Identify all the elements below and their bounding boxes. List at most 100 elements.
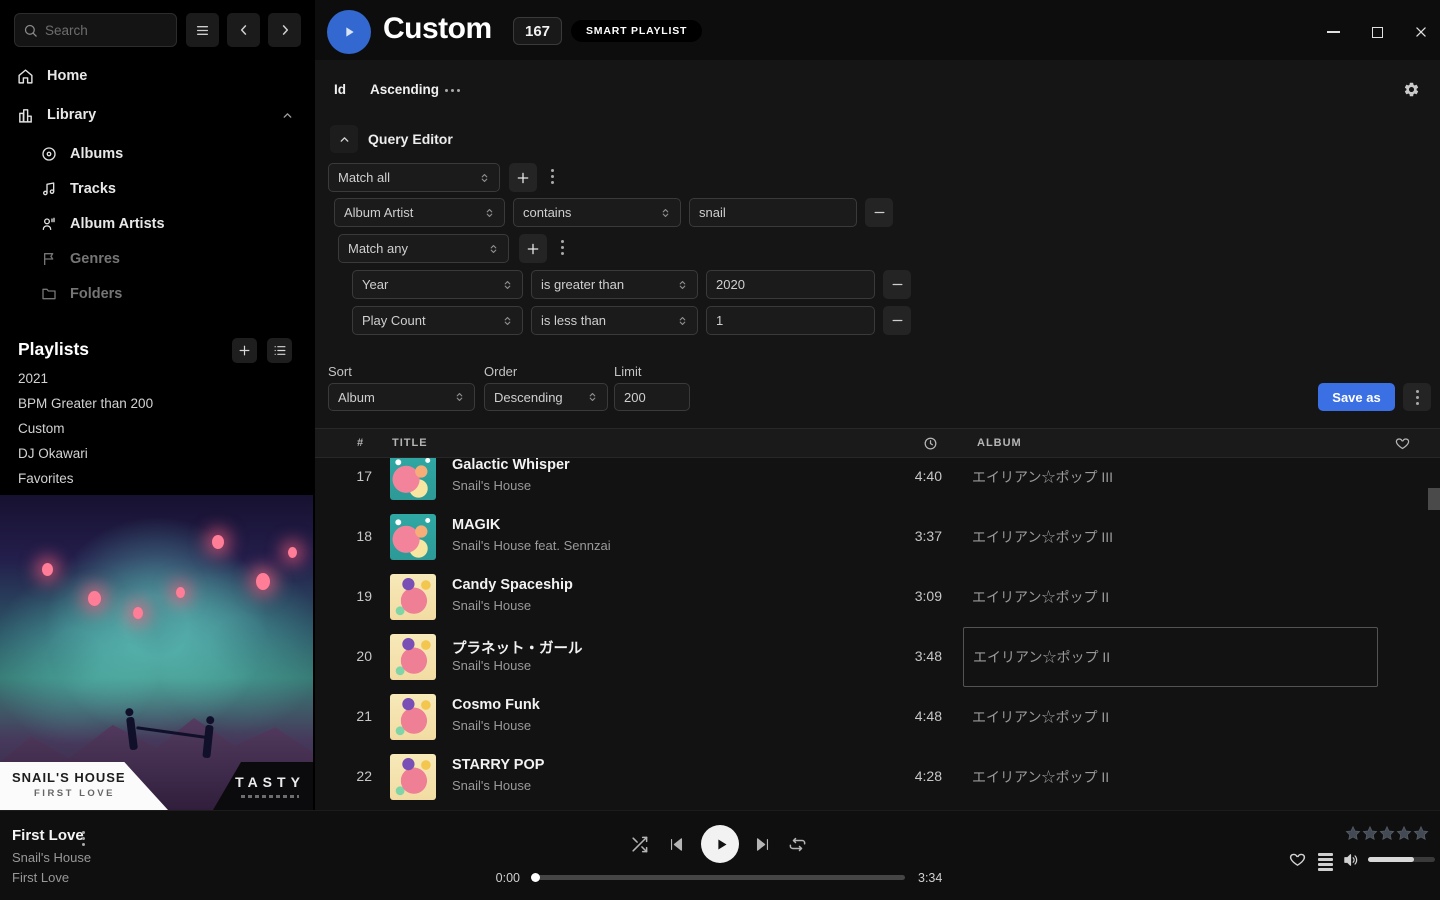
- playlist-item[interactable]: BPM Greater than 200: [18, 396, 153, 416]
- window-minimize-button[interactable]: [1323, 22, 1343, 42]
- star-icon[interactable]: [1345, 825, 1361, 841]
- table-row[interactable]: 19 Candy Spaceship Snail's House 3:09 エイ…: [315, 567, 1440, 627]
- search-input[interactable]: [14, 13, 177, 47]
- track-album[interactable]: エイリアン☆ポップ II: [972, 707, 1109, 727]
- window-maximize-button[interactable]: [1367, 22, 1387, 42]
- sidebar-item-album-artists[interactable]: Album Artists: [0, 210, 315, 238]
- track-artist[interactable]: Snail's House: [452, 778, 531, 793]
- table-row[interactable]: 21 Cosmo Funk Snail's House 4:48 エイリアン☆ポ…: [315, 687, 1440, 747]
- duration-column-header[interactable]: [923, 436, 938, 454]
- playlist-item[interactable]: Favorites: [18, 471, 74, 491]
- play-pause-button[interactable]: [701, 825, 739, 863]
- add-rule-button[interactable]: [509, 163, 537, 192]
- queue-button[interactable]: [1318, 853, 1333, 871]
- playlist-item[interactable]: DJ Okawari: [18, 446, 88, 466]
- track-artist[interactable]: Snail's House: [452, 478, 531, 493]
- save-as-button[interactable]: Save as: [1318, 383, 1395, 411]
- table-row[interactable]: 18 MAGIK Snail's House feat. Sennzai 3:3…: [315, 507, 1440, 567]
- menu-button[interactable]: [186, 13, 219, 47]
- track-album[interactable]: エイリアン☆ポップ II: [972, 587, 1109, 607]
- rule-field-select[interactable]: Album Artist: [334, 198, 505, 227]
- rule-value-input[interactable]: snail: [689, 198, 857, 227]
- group-rule-value-input[interactable]: 1: [706, 306, 875, 335]
- track-title[interactable]: STARRY POP: [452, 757, 544, 773]
- sort-order-button[interactable]: Ascending: [370, 82, 439, 97]
- remove-rule-button[interactable]: [883, 306, 911, 335]
- group-rule-field-select[interactable]: Play Count: [352, 306, 523, 335]
- sidebar-item-albums[interactable]: Albums: [0, 140, 315, 168]
- track-title[interactable]: Candy Spaceship: [452, 577, 573, 593]
- query-editor-collapse-button[interactable]: [330, 125, 358, 153]
- now-playing-title[interactable]: First Love: [12, 827, 84, 844]
- nav-back-button[interactable]: [227, 13, 260, 47]
- collapse-chevron-icon[interactable]: [281, 109, 294, 122]
- track-title[interactable]: MAGIK: [452, 517, 500, 533]
- playlist-list-view-button[interactable]: [267, 338, 292, 363]
- favorite-button[interactable]: [1289, 851, 1306, 868]
- album-cell[interactable]: エイリアン☆ポップ II: [963, 567, 1378, 627]
- star-icon[interactable]: [1413, 825, 1429, 841]
- favorite-column-header[interactable]: [1395, 436, 1410, 454]
- window-close-button[interactable]: [1411, 22, 1431, 42]
- table-row[interactable]: 22 STARRY POP Snail's House 4:28 エイリアン☆ポ…: [315, 747, 1440, 807]
- sort-field-button[interactable]: Id: [334, 82, 346, 97]
- now-playing-artist[interactable]: Snail's House: [12, 850, 91, 865]
- group-match-select[interactable]: Match any: [338, 234, 509, 263]
- progress-bar[interactable]: [535, 875, 905, 880]
- group-rule-operator-select[interactable]: is less than: [531, 306, 698, 335]
- next-track-button[interactable]: [754, 836, 771, 853]
- now-playing-album[interactable]: First Love: [12, 870, 69, 885]
- track-artist[interactable]: Snail's House: [452, 718, 531, 733]
- album-cell[interactable]: エイリアン☆ポップ III: [963, 507, 1378, 567]
- sidebar-item-folders[interactable]: Folders: [0, 280, 315, 308]
- sidebar-item-genres[interactable]: Genres: [0, 245, 315, 273]
- root-match-select[interactable]: Match all: [328, 163, 500, 192]
- star-icon[interactable]: [1396, 825, 1412, 841]
- album-column-header[interactable]: ALBUM: [977, 437, 1022, 449]
- title-column-header[interactable]: TITLE: [392, 437, 428, 449]
- rule-group-menu-icon[interactable]: [551, 169, 554, 184]
- shuffle-button[interactable]: [630, 835, 649, 854]
- track-album[interactable]: エイリアン☆ポップ III: [972, 467, 1113, 487]
- remove-rule-button[interactable]: [865, 198, 893, 227]
- album-cell[interactable]: エイリアン☆ポップ II: [963, 747, 1378, 807]
- star-icon[interactable]: [1362, 825, 1378, 841]
- previous-track-button[interactable]: [668, 836, 685, 853]
- track-album[interactable]: エイリアン☆ポップ II: [973, 647, 1110, 667]
- album-cell-focused[interactable]: エイリアン☆ポップ II: [963, 627, 1378, 687]
- album-cell[interactable]: エイリアン☆ポップ II: [963, 687, 1378, 747]
- volume-button[interactable]: [1343, 851, 1361, 869]
- order-select[interactable]: Descending: [484, 383, 608, 411]
- add-playlist-button[interactable]: [232, 338, 257, 363]
- track-artist[interactable]: Snail's House: [452, 598, 531, 613]
- limit-input[interactable]: 200: [614, 383, 690, 411]
- progress-handle[interactable]: [531, 873, 540, 882]
- index-column-header[interactable]: #: [357, 437, 364, 449]
- sort-select[interactable]: Album: [328, 383, 475, 411]
- remove-rule-button[interactable]: [883, 270, 911, 299]
- track-title[interactable]: プラネット・ガール: [452, 637, 583, 658]
- more-options-icon[interactable]: [445, 89, 460, 92]
- repeat-button[interactable]: [788, 835, 807, 854]
- nav-forward-button[interactable]: [268, 13, 301, 47]
- star-icon[interactable]: [1379, 825, 1395, 841]
- play-playlist-button[interactable]: [327, 10, 371, 54]
- rule-operator-select[interactable]: contains: [513, 198, 681, 227]
- track-title[interactable]: Galactic Whisper: [452, 457, 570, 473]
- volume-slider[interactable]: [1368, 857, 1435, 862]
- playlist-item[interactable]: Custom: [18, 421, 65, 441]
- track-title[interactable]: Cosmo Funk: [452, 697, 540, 713]
- group-menu-icon[interactable]: [561, 240, 564, 255]
- settings-button[interactable]: [1403, 81, 1420, 103]
- add-group-rule-button[interactable]: [519, 234, 547, 263]
- group-rule-field-select[interactable]: Year: [352, 270, 523, 299]
- table-row[interactable]: 20 プラネット・ガール Snail's House 3:48 エイリアン☆ポッ…: [315, 627, 1440, 687]
- group-rule-value-input[interactable]: 2020: [706, 270, 875, 299]
- track-album[interactable]: エイリアン☆ポップ III: [972, 527, 1113, 547]
- sidebar-item-library[interactable]: Library: [0, 101, 315, 129]
- sidebar-item-home[interactable]: Home: [0, 62, 315, 90]
- sidebar-item-tracks[interactable]: Tracks: [0, 175, 315, 203]
- track-album[interactable]: エイリアン☆ポップ II: [972, 767, 1109, 787]
- track-artist[interactable]: Snail's House: [452, 658, 531, 673]
- track-artist[interactable]: Snail's House feat. Sennzai: [452, 538, 611, 553]
